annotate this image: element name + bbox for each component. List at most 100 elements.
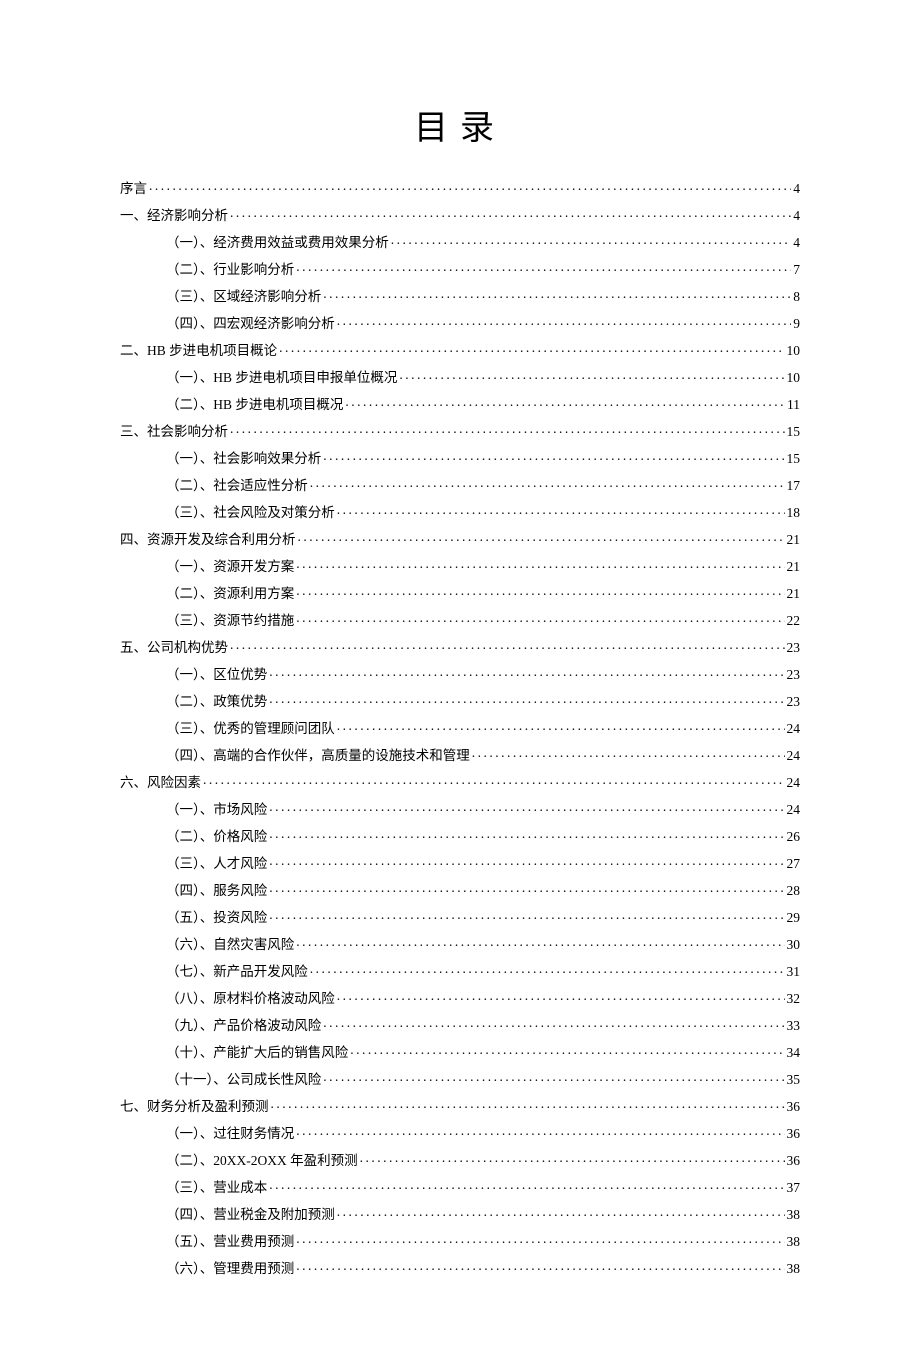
toc-leader-dots — [298, 530, 785, 544]
toc-entry-page: 10 — [787, 371, 801, 385]
toc-entry-page: 21 — [787, 560, 801, 574]
toc-entry-label: （三）、社会风险及对策分析 — [166, 506, 335, 520]
toc-row: （四）、服务风险 28 — [120, 881, 800, 897]
toc-row: （三）、区域经济影响分析8 — [120, 287, 800, 303]
toc-entry-label: （四）、四宏观经济影响分析 — [166, 317, 335, 331]
toc-row: （五）、营业费用预测38 — [120, 1232, 800, 1248]
toc-entry-page: 24 — [787, 776, 801, 790]
toc-row: （三）、社会风险及对策分析18 — [120, 503, 800, 519]
toc-entry-page: 21 — [787, 533, 801, 547]
toc-row: （一）、市场风险 24 — [120, 800, 800, 816]
toc-row: （一）、区位优势23 — [120, 665, 800, 681]
toc-entry-label: （三）、营业成本 — [166, 1181, 267, 1195]
toc-entry-page: 29 — [787, 911, 801, 925]
toc-leader-dots — [296, 260, 791, 274]
toc-entry-page: 23 — [787, 695, 801, 709]
toc-leader-dots — [269, 908, 784, 922]
toc-entry-page: 24 — [787, 749, 801, 763]
toc-entry-label: 序言 — [120, 182, 147, 196]
toc-entry-label: （五）、营业费用预测 — [166, 1235, 294, 1249]
toc-leader-dots — [269, 854, 784, 868]
toc-entry-page: 10 — [787, 344, 801, 358]
toc-entry-page: 17 — [787, 479, 801, 493]
toc-entry-page: 28 — [787, 884, 801, 898]
toc-entry-label: （二）、20XX-2OXX 年盈利预测 — [166, 1154, 358, 1168]
toc-row: （二）、HB 步进电机项目概况 11 — [120, 395, 800, 411]
toc-row: 三、社会影响分析 15 — [120, 422, 800, 438]
toc-row: （三）、人才风险27 — [120, 854, 800, 870]
toc-entry-page: 30 — [787, 938, 801, 952]
toc-entry-label: （七）、新产品开发风险 — [166, 965, 308, 979]
toc-entry-page: 4 — [793, 209, 800, 223]
toc-entry-label: （六）、自然灾害风险 — [166, 938, 294, 952]
toc-entry-page: 24 — [787, 803, 801, 817]
toc-entry-label: （四）、服务风险 — [166, 884, 267, 898]
toc-entry-label: （一）、社会影响效果分析 — [166, 452, 321, 466]
toc-row: 二、HB 步进电机项目概论10 — [120, 341, 800, 357]
toc-entry-label: （二）、社会适应性分析 — [166, 479, 308, 493]
toc-row: （三）、优秀的管理顾问团队24 — [120, 719, 800, 735]
toc-row: （六）、自然灾害风险 30 — [120, 935, 800, 951]
toc-entry-page: 32 — [787, 992, 801, 1006]
toc-row: （一）、过往财务情况36 — [120, 1124, 800, 1140]
toc-entry-page: 7 — [793, 263, 800, 277]
toc-leader-dots — [296, 1232, 784, 1246]
toc-leader-dots — [296, 1124, 784, 1138]
toc-entry-label: （十一）、公司成长性风险 — [166, 1073, 321, 1087]
toc-leader-dots — [360, 1151, 785, 1165]
toc-entry-page: 37 — [787, 1181, 801, 1195]
toc-entry-label: （二）、价格风险 — [166, 830, 267, 844]
toc-leader-dots — [323, 1070, 784, 1084]
toc-leader-dots — [337, 719, 785, 733]
toc-leader-dots — [323, 1016, 784, 1030]
toc-leader-dots — [269, 827, 784, 841]
toc-entry-label: （一）、过往财务情况 — [166, 1127, 294, 1141]
toc-row: （四）、营业税金及附加预测38 — [120, 1205, 800, 1221]
toc-entry-label: （一）、区位优势 — [166, 668, 267, 682]
toc-leader-dots — [323, 449, 784, 463]
toc-leader-dots — [269, 692, 784, 706]
toc-entry-page: 33 — [787, 1019, 801, 1033]
toc-leader-dots — [296, 611, 784, 625]
toc-leader-dots — [399, 368, 784, 382]
toc-row: （二）、资源利用方案21 — [120, 584, 800, 600]
toc-leader-dots — [323, 287, 791, 301]
toc-row: （一）、经济费用效益或费用效果分析 4 — [120, 233, 800, 249]
toc-row: （九）、产品价格波动风险 33 — [120, 1016, 800, 1032]
toc-leader-dots — [391, 233, 792, 247]
toc-leader-dots — [230, 206, 791, 220]
toc-entry-label: （一）、市场风险 — [166, 803, 267, 817]
toc-row: 五、公司机构优势23 — [120, 638, 800, 654]
document-page: 目录 序言4一、经济影响分析4（一）、经济费用效益或费用效果分析4（二）、行业影… — [0, 0, 920, 1346]
toc-entry-label: （四）、高端的合作伙伴，高质量的设施技术和管理 — [166, 749, 470, 763]
toc-entry-page: 24 — [787, 722, 801, 736]
toc-entry-page: 22 — [787, 614, 801, 628]
toc-entry-page: 27 — [787, 857, 801, 871]
toc-title: 目录 — [120, 100, 800, 149]
toc-row: 一、经济影响分析4 — [120, 206, 800, 222]
toc-entry-label: 三、社会影响分析 — [120, 425, 228, 439]
toc-row: 序言4 — [120, 179, 800, 195]
toc-entry-label: （一）、HB 步进电机项目申报单位概况 — [166, 371, 397, 385]
toc-leader-dots — [271, 1097, 785, 1111]
toc-leader-dots — [337, 503, 785, 517]
toc-entry-label: （二）、HB 步进电机项目概况 — [166, 398, 343, 412]
toc-leader-dots — [296, 935, 784, 949]
toc-entry-label: （八）、原材料价格波动风险 — [166, 992, 335, 1006]
toc-leader-dots — [337, 989, 785, 1003]
toc-entry-label: （三）、区域经济影响分析 — [166, 290, 321, 304]
toc-row: （六）、管理费用预测38 — [120, 1259, 800, 1275]
toc-entry-label: （九）、产品价格波动风险 — [166, 1019, 321, 1033]
toc-entry-page: 11 — [787, 398, 800, 412]
toc-leader-dots — [337, 1205, 785, 1219]
toc-leader-dots — [269, 1178, 784, 1192]
toc-leader-dots — [269, 665, 784, 679]
toc-entry-label: （一）、经济费用效益或费用效果分析 — [166, 236, 389, 250]
toc-entry-page: 15 — [787, 425, 801, 439]
toc-row: （二）、社会适应性分析 17 — [120, 476, 800, 492]
toc-leader-dots — [269, 800, 784, 814]
toc-entry-page: 4 — [793, 236, 800, 250]
toc-leader-dots — [296, 584, 784, 598]
toc-row: （十一）、公司成长性风险35 — [120, 1070, 800, 1086]
toc-entry-label: 七、财务分析及盈利预测 — [120, 1100, 269, 1114]
